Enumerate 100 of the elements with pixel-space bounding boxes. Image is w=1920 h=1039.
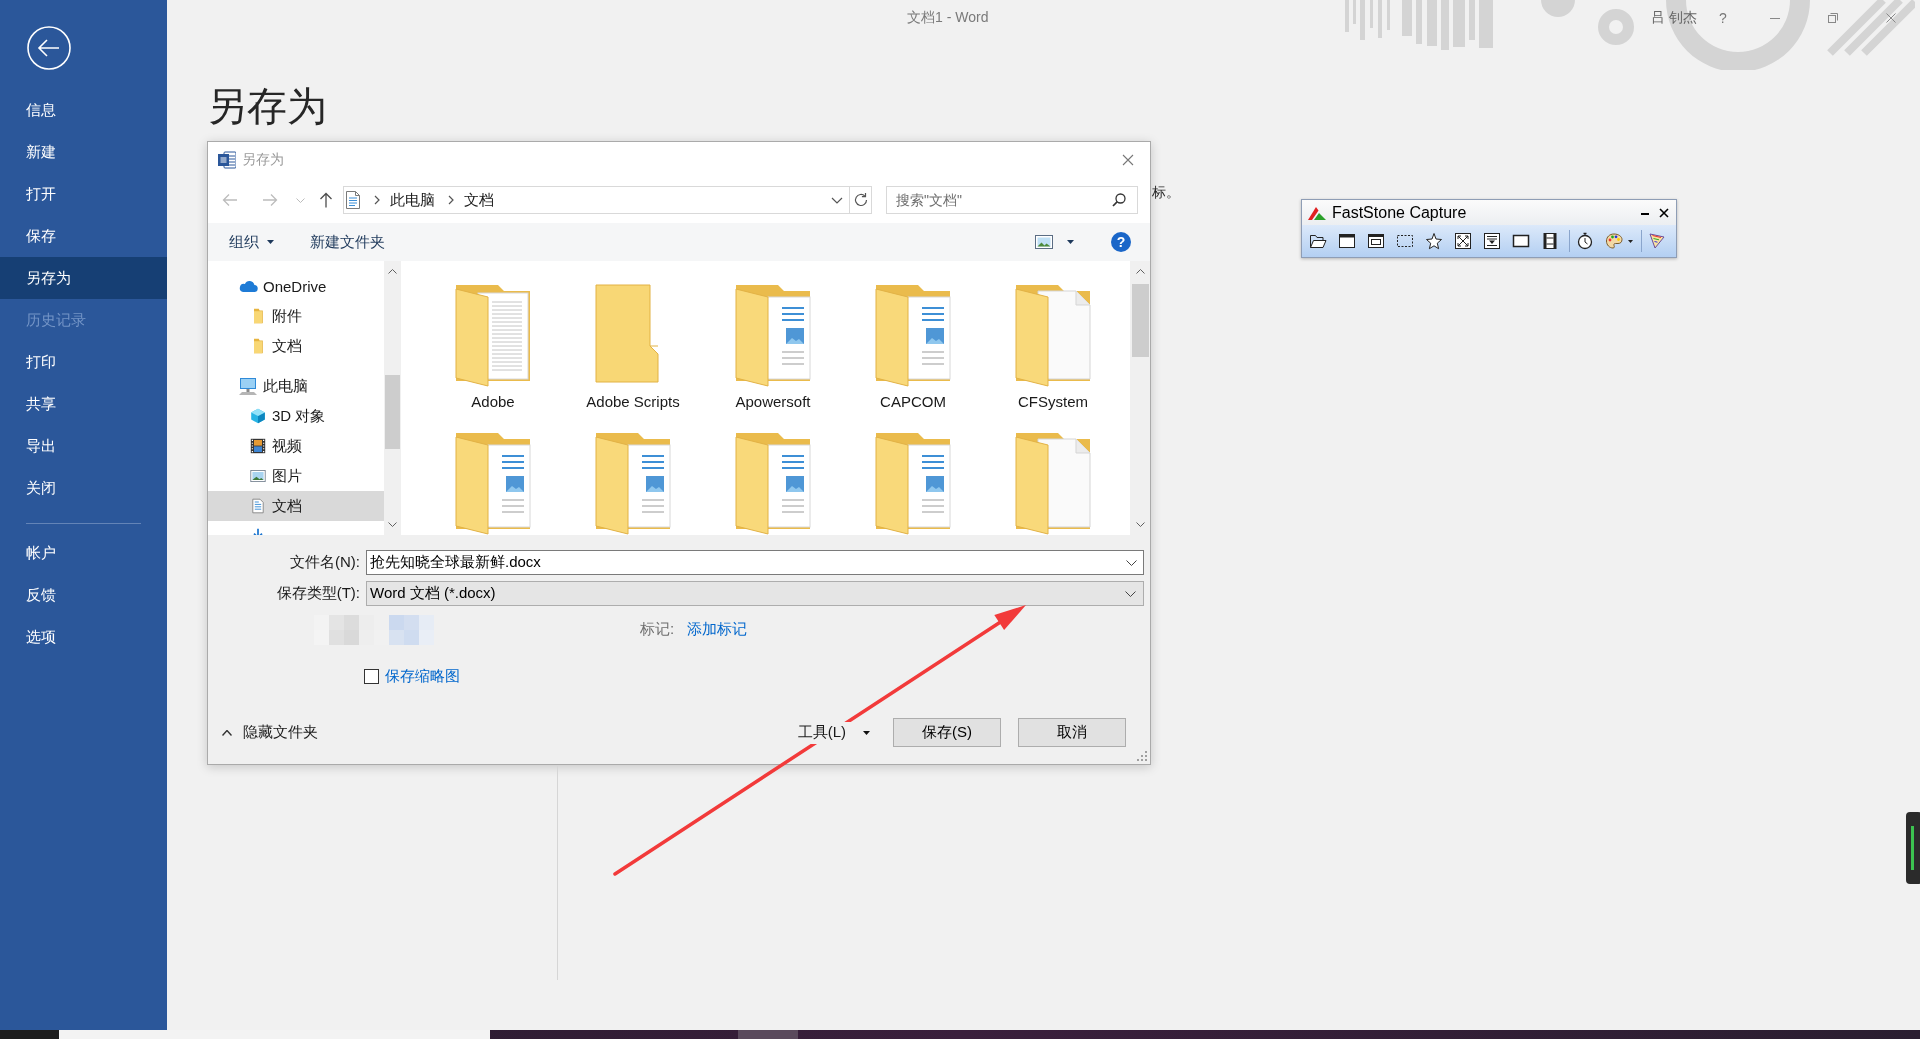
account-name[interactable]: 吕 钊杰: [1651, 9, 1697, 27]
tags-label: 标记:: [640, 620, 675, 639]
refresh-icon[interactable]: [853, 192, 869, 208]
color-triangle-icon[interactable]: [1648, 232, 1666, 250]
tree-item[interactable]: 此电脑: [208, 371, 384, 401]
chevron-up-icon[interactable]: [1135, 269, 1145, 274]
tools-button[interactable]: 工具(L): [797, 721, 870, 744]
chevron-down-icon[interactable]: [831, 196, 843, 204]
dialog-button[interactable]: 取消: [1018, 718, 1126, 747]
document-tile-icon: [218, 150, 236, 169]
dashed-rectangle-icon[interactable]: [1396, 232, 1414, 250]
scrollbar-thumb[interactable]: [1131, 284, 1149, 357]
body-text: 标。: [1152, 184, 1180, 202]
menu-item[interactable]: 保存: [0, 215, 167, 257]
peak-logo-icon: [1308, 205, 1326, 220]
menu-item[interactable]: 反馈: [0, 574, 167, 616]
folder-item[interactable]: Apowersoft: [703, 284, 843, 412]
add-tags-link[interactable]: 添加标记: [687, 620, 748, 639]
new-folder-button[interactable]: 新建文件夹: [302, 227, 393, 257]
resize-grip-icon[interactable]: [1137, 751, 1147, 761]
tree-item[interactable]: 图片: [208, 461, 384, 491]
back-button[interactable]: [27, 26, 71, 70]
menu-item[interactable]: 选项: [0, 616, 167, 658]
arrow-up-icon: [318, 192, 334, 208]
menu-item[interactable]: 信息: [0, 89, 167, 131]
close-icon: [1122, 153, 1134, 166]
scrolling-window-icon[interactable]: [1483, 232, 1501, 250]
organize-button[interactable]: 组织: [221, 227, 282, 257]
dialog-title: 另存为: [242, 150, 284, 169]
rectangle-icon[interactable]: [1512, 232, 1530, 250]
folder-item[interactable]: CAPCOM: [843, 284, 983, 412]
breadcrumb-item[interactable]: 此电脑: [390, 190, 435, 210]
caret-icon: [1067, 240, 1074, 244]
menu-item[interactable]: 新建: [0, 131, 167, 173]
chevron-up-icon: [222, 729, 232, 736]
document-icon: [345, 191, 361, 209]
caret-icon: [863, 730, 870, 735]
computer-icon: [238, 376, 258, 396]
menu-item[interactable]: 关闭: [0, 467, 167, 509]
fullscreen-icon[interactable]: [1454, 232, 1472, 250]
chevron-right-icon[interactable]: [373, 195, 381, 205]
palette-icon[interactable]: [1605, 232, 1623, 250]
arrow-right-icon: [262, 192, 278, 208]
menu-item[interactable]: 另存为: [0, 257, 167, 299]
chevron-down-icon: [1125, 590, 1136, 597]
side-handle-icon: [1906, 812, 1920, 884]
tree-item[interactable]: 附件: [208, 301, 384, 331]
tree-item[interactable]: 文档: [208, 331, 384, 361]
folder-item[interactable]: Adobe Scripts: [563, 284, 703, 412]
folder-item[interactable]: Adobe: [423, 284, 563, 412]
file-type-dropdown[interactable]: Word 文档 (*.docx): [366, 581, 1144, 606]
field-label: 保存类型(T):: [275, 584, 360, 603]
restore-icon: [1828, 13, 1838, 23]
close-icon: [1886, 13, 1896, 23]
chevron-down-icon[interactable]: [1135, 522, 1145, 527]
tree-item[interactable]: 视频: [208, 431, 384, 461]
chevron-down-icon[interactable]: [388, 522, 397, 527]
field-label: 文件名(N):: [289, 553, 360, 572]
picture-icon: [1035, 235, 1053, 249]
address-bar[interactable]: 此电脑 文档: [343, 186, 872, 214]
search-icon[interactable]: [1112, 193, 1126, 207]
chevron-down-icon: [295, 197, 305, 203]
dialog-button[interactable]: 保存(S): [893, 718, 1001, 747]
film-icon[interactable]: [1541, 232, 1559, 250]
file-name-field[interactable]: 抢先知晓全球最新鲜.docx: [366, 550, 1144, 575]
help-button[interactable]: ?: [1111, 232, 1131, 252]
start-button[interactable]: [0, 1030, 59, 1039]
chevron-up-icon[interactable]: [388, 269, 397, 274]
capture-toolbar-title: FastStone Capture: [1332, 203, 1467, 222]
menu-item[interactable]: 帐户: [0, 532, 167, 574]
tree-item[interactable]: 3D 对象: [208, 401, 384, 431]
window-object-icon[interactable]: [1367, 232, 1385, 250]
search-field[interactable]: [59, 1030, 490, 1039]
menu-item[interactable]: 打开: [0, 173, 167, 215]
arrow-left-icon: [222, 192, 238, 208]
checkbox[interactable]: [364, 668, 379, 684]
tree-item[interactable]: 文档: [208, 491, 384, 521]
window-title: 文档1 - Word: [907, 9, 989, 27]
hide-folders-button[interactable]: 隐藏文件夹: [220, 720, 318, 745]
chevron-right-icon[interactable]: [447, 195, 455, 205]
help-button[interactable]: ?: [1700, 0, 1746, 36]
tree-item[interactable]: OneDrive: [208, 271, 384, 301]
open-folder-icon[interactable]: [1309, 232, 1327, 250]
caret-icon[interactable]: [1628, 239, 1633, 243]
window-icon[interactable]: [1338, 232, 1356, 250]
page-title: 另存为: [207, 83, 328, 130]
star-outline-icon[interactable]: [1425, 232, 1443, 250]
picture-icon: [250, 468, 266, 484]
scrollbar-thumb[interactable]: [385, 375, 400, 449]
close-icon[interactable]: [1659, 207, 1669, 218]
stopwatch-icon[interactable]: [1576, 232, 1594, 250]
search-field[interactable]: 搜索"文档": [886, 186, 1138, 214]
checkbox-label[interactable]: 保存缩略图: [385, 666, 460, 686]
chevron-down-icon[interactable]: [1126, 560, 1137, 566]
breadcrumb-item[interactable]: 文档: [464, 190, 494, 210]
film-icon: [250, 438, 266, 454]
menu-item[interactable]: 共享: [0, 383, 167, 425]
folder-item[interactable]: CFSystem: [983, 284, 1123, 412]
menu-item[interactable]: 导出: [0, 425, 167, 467]
menu-item[interactable]: 打印: [0, 341, 167, 383]
